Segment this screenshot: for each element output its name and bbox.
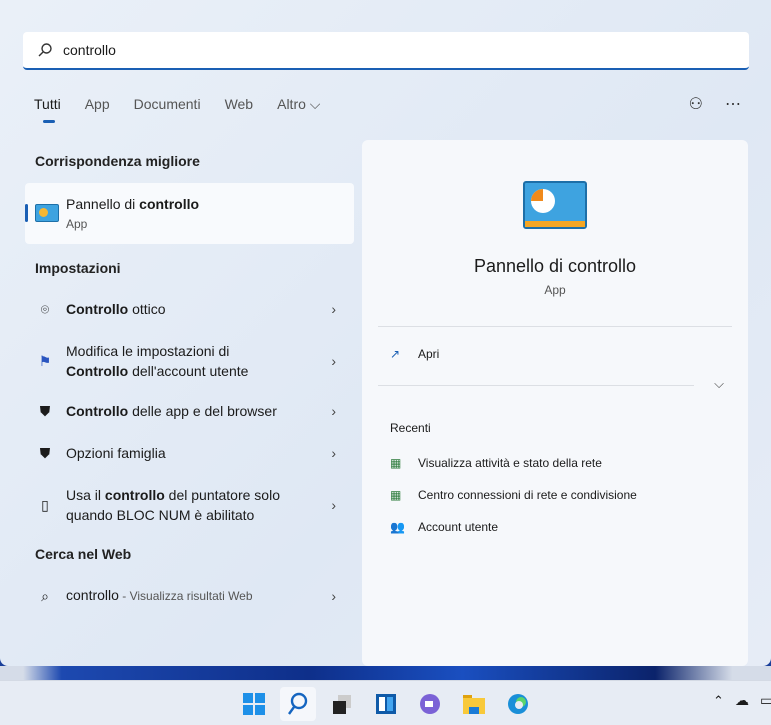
recent-item[interactable]: ▦ Visualizza attività e stato della rete (390, 456, 602, 470)
item-label: Modifica le impostazioni di (66, 343, 230, 359)
flag-icon: ⚑ (38, 353, 52, 369)
chevron-right-icon: › (331, 301, 336, 317)
recent-heading: Recenti (390, 421, 431, 435)
shield-icon: ⛊ (39, 445, 51, 461)
recent-label: Account utente (418, 520, 499, 534)
start-search-panel: controllo Tutti App Documenti Web Altro … (0, 0, 771, 666)
task-view-icon (333, 695, 351, 714)
control-panel-icon (35, 204, 59, 222)
account-switch-icon[interactable]: ⚇ (689, 94, 703, 114)
chevron-right-icon: › (331, 587, 336, 604)
best-match-item[interactable]: Pannello di controllo App (25, 183, 354, 244)
expand-chevron-icon[interactable]: ⌵ (714, 376, 724, 392)
item-label: ottico (128, 301, 166, 317)
divider (378, 326, 732, 327)
edge-button[interactable] (500, 687, 536, 721)
item-label: Usa il (66, 487, 105, 503)
web-search-item[interactable]: ⌕ controllo - Visualizza risultati Web › (34, 585, 344, 606)
windows-logo-icon (243, 693, 265, 715)
chevron-right-icon: › (331, 403, 336, 419)
preview-subtitle: App (544, 283, 566, 297)
search-button[interactable] (280, 687, 316, 721)
settings-item-app-browser[interactable]: ⛊ Controllo delle app e del browser › (34, 401, 344, 421)
item-bold: controllo (104, 487, 165, 503)
recent-label: Centro connessioni di rete e condivision… (418, 488, 637, 502)
best-match-title-bold: controllo (139, 196, 200, 212)
search-input[interactable]: controllo (23, 32, 749, 70)
search-icon (38, 43, 52, 57)
filter-tabs: Tutti App Documenti Web Altro ⌵ (34, 96, 344, 123)
tab-altro[interactable]: Altro ⌵ (277, 96, 320, 113)
settings-item-famiglia[interactable]: ⛊ Opzioni famiglia › (34, 443, 344, 463)
preview-title: Pannello di controllo (473, 256, 637, 276)
network-icon[interactable]: ▭ (760, 692, 771, 709)
chevron-right-icon: › (331, 497, 336, 513)
best-match-subtitle: App (66, 217, 88, 231)
open-external-icon: ↗ (390, 347, 401, 361)
onedrive-icon[interactable]: ☁ (735, 692, 749, 709)
item-label: quando BLOC NUM è abilitato (66, 507, 255, 523)
teams-chat-icon (420, 694, 440, 714)
users-icon: 👥 (390, 520, 405, 534)
best-match-heading: Corrispondenza migliore (35, 153, 200, 169)
preview-pane: Pannello di controllo App ↗ Apri ⌵ Recen… (362, 140, 748, 666)
network-icon: ▦ (390, 488, 402, 502)
selection-indicator (25, 204, 28, 222)
open-action[interactable]: ↗ Apri (390, 347, 439, 361)
search-icon (288, 692, 308, 715)
tab-tutti[interactable]: Tutti (34, 96, 61, 123)
settings-item-mouse-keys[interactable]: ▯ Usa il controllo del puntatore solo qua… (34, 485, 344, 525)
eye-scan-icon: ⌾ (40, 301, 50, 317)
web-query: controllo (66, 587, 119, 603)
item-bold: Controllo (66, 301, 129, 317)
tab-documenti[interactable]: Documenti (134, 96, 201, 113)
search-value: controllo (63, 42, 116, 58)
taskbar: ⌃ ☁ ▭ (0, 680, 771, 725)
edge-browser-icon (508, 694, 528, 714)
tab-web[interactable]: Web (225, 96, 254, 113)
shield-icon: ⛊ (39, 403, 51, 419)
open-label: Apri (418, 347, 440, 361)
recent-label: Visualizza attività e stato della rete (418, 456, 602, 470)
more-options-icon[interactable]: ⋯ (725, 94, 741, 114)
desktop-wallpaper (0, 666, 771, 680)
item-bold: Controllo (66, 363, 129, 379)
best-match-title: Pannello di (66, 196, 140, 212)
settings-item-account-control[interactable]: ⚑ Modifica le impostazioni di Controllo d… (34, 341, 344, 381)
chat-button[interactable] (412, 687, 448, 721)
item-label: dell'account utente (128, 363, 249, 379)
widgets-icon (376, 694, 396, 714)
item-label: delle app e del browser (128, 403, 277, 419)
network-icon: ▦ (390, 456, 402, 470)
item-label: Opzioni famiglia (66, 445, 166, 461)
file-explorer-button[interactable] (456, 687, 492, 721)
tab-app[interactable]: App (85, 96, 110, 113)
task-view-button[interactable] (324, 687, 360, 721)
search-icon: ⌕ (41, 587, 49, 604)
web-suffix: - Visualizza risultati Web (118, 589, 253, 603)
settings-heading: Impostazioni (35, 260, 121, 276)
recent-item[interactable]: ▦ Centro connessioni di rete e condivisio… (390, 488, 637, 502)
show-hidden-icons[interactable]: ⌃ (713, 693, 724, 709)
item-bold: Controllo (66, 403, 129, 419)
control-panel-large-icon (523, 181, 587, 229)
mouse-icon: ▯ (41, 497, 49, 513)
settings-item-controllo-ottico[interactable]: ⌾ Controllo ottico › (34, 299, 344, 319)
widgets-button[interactable] (368, 687, 404, 721)
chevron-right-icon: › (331, 353, 336, 369)
web-heading: Cerca nel Web (35, 546, 132, 562)
folder-icon (463, 695, 485, 714)
start-button[interactable] (236, 687, 272, 721)
divider (378, 385, 694, 386)
recent-item[interactable]: 👥 Account utente (390, 520, 498, 534)
item-label: del puntatore solo (164, 487, 280, 503)
chevron-right-icon: › (331, 445, 336, 461)
